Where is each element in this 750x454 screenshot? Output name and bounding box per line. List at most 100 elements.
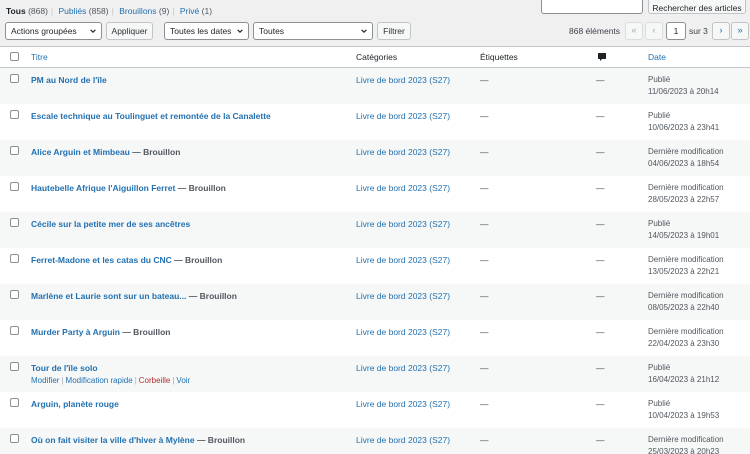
- row-checkbox[interactable]: [10, 362, 19, 371]
- table-header: Titre Catégories Étiquettes Date: [0, 47, 750, 68]
- post-title-link[interactable]: Arguin, planète rouge: [31, 399, 119, 409]
- title-cell: Ferret-Madone et les catas du CNC — Brou…: [31, 254, 222, 266]
- date-cell: Dernière modification 08/05/2023 à 22h40: [648, 290, 724, 314]
- post-title-link[interactable]: PM au Nord de l'île: [31, 75, 107, 85]
- table-row: Marlène et Laurie sont sur un bateau... …: [0, 284, 750, 320]
- row-checkbox[interactable]: [10, 326, 19, 335]
- post-state: — Brouillon: [171, 255, 223, 265]
- current-page-input[interactable]: 1: [666, 22, 686, 40]
- category-link[interactable]: Livre de bord 2023 (S27): [356, 363, 450, 373]
- row-checkbox[interactable]: [10, 398, 19, 407]
- post-title-link[interactable]: Où on fait visiter la ville d'hiver à My…: [31, 435, 195, 445]
- trash-link[interactable]: Corbeille: [139, 376, 171, 385]
- category-cell: Livre de bord 2023 (S27): [356, 434, 450, 446]
- category-link[interactable]: Livre de bord 2023 (S27): [356, 435, 450, 445]
- date-filter-select[interactable]: Toutes les dates: [164, 22, 249, 40]
- filter-label: Publiés: [58, 6, 87, 16]
- next-page-button[interactable]: ›: [712, 22, 730, 40]
- row-checkbox[interactable]: [10, 290, 19, 299]
- post-status: Dernière modification: [648, 291, 724, 300]
- view-link[interactable]: Voir: [176, 376, 190, 385]
- date-cell: Dernière modification 25/03/2023 à 20h23: [648, 434, 724, 454]
- filter-count: (1): [201, 6, 213, 16]
- tags-cell: —: [480, 111, 489, 121]
- post-title-link[interactable]: Murder Party à Arguin: [31, 327, 120, 337]
- quick-edit-link[interactable]: Modification rapide: [66, 376, 133, 385]
- category-link[interactable]: Livre de bord 2023 (S27): [356, 111, 450, 121]
- category-link[interactable]: Livre de bord 2023 (S27): [356, 183, 450, 193]
- row-checkbox[interactable]: [10, 146, 19, 155]
- post-status: Dernière modification: [648, 147, 724, 156]
- post-title-link[interactable]: Ferret-Madone et les catas du CNC: [31, 255, 172, 265]
- post-date: 11/06/2023 à 20h14: [648, 87, 719, 96]
- post-title-link[interactable]: Alice Arguin et Mimbeau: [31, 147, 130, 157]
- category-link[interactable]: Livre de bord 2023 (S27): [356, 399, 450, 409]
- search-input[interactable]: [541, 0, 643, 14]
- filter-count: (9): [158, 6, 170, 16]
- tags-cell: —: [480, 183, 489, 193]
- filter-count: (858): [88, 6, 109, 16]
- title-cell: PM au Nord de l'île: [31, 74, 107, 86]
- post-title-link[interactable]: Escale technique au Toulinguet et remont…: [31, 111, 271, 121]
- title-cell: Cécile sur la petite mer de ses ancêtres: [31, 218, 190, 230]
- row-checkbox[interactable]: [10, 110, 19, 119]
- category-link[interactable]: Livre de bord 2023 (S27): [356, 75, 450, 85]
- category-cell: Livre de bord 2023 (S27): [356, 146, 450, 158]
- post-status: Dernière modification: [648, 183, 724, 192]
- post-title-link[interactable]: Cécile sur la petite mer de ses ancêtres: [31, 219, 190, 229]
- filter-button[interactable]: Filtrer: [377, 22, 411, 40]
- date-cell: Publié 10/04/2023 à 19h53: [648, 398, 719, 422]
- row-checkbox[interactable]: [10, 434, 19, 443]
- column-tags: Étiquettes: [480, 52, 518, 62]
- date-cell: Dernière modification 22/04/2023 à 23h30: [648, 326, 724, 350]
- post-title-link[interactable]: Tour de l'île solo: [31, 363, 98, 373]
- select-value: Toutes: [259, 26, 285, 36]
- category-link[interactable]: Livre de bord 2023 (S27): [356, 291, 450, 301]
- filter-label: Tous: [6, 6, 26, 16]
- column-title[interactable]: Titre: [31, 47, 48, 67]
- tags-cell: —: [480, 363, 489, 373]
- last-page-button[interactable]: »: [731, 22, 749, 40]
- row-checkbox[interactable]: [10, 182, 19, 191]
- apply-button[interactable]: Appliquer: [106, 22, 153, 40]
- category-cell: Livre de bord 2023 (S27): [356, 290, 450, 302]
- date-cell: Dernière modification 13/05/2023 à 22h21: [648, 254, 724, 278]
- row-checkbox[interactable]: [10, 74, 19, 83]
- filter-drafts[interactable]: Brouillons: [119, 6, 156, 16]
- edit-link[interactable]: Modifier: [31, 376, 59, 385]
- table-row: Hautebelle Afrique l'Aiguillon Ferret — …: [0, 176, 750, 212]
- separator: |: [111, 6, 114, 16]
- table-row: Cécile sur la petite mer de ses ancêtres…: [0, 212, 750, 248]
- title-cell: Où on fait visiter la ville d'hiver à My…: [31, 434, 245, 446]
- post-date: 08/05/2023 à 22h40: [648, 303, 720, 312]
- filter-count: (868): [28, 6, 48, 16]
- comments-cell: —: [596, 363, 605, 373]
- category-filter-select[interactable]: Toutes: [253, 22, 373, 40]
- page-total: sur 3: [689, 26, 708, 36]
- category-link[interactable]: Livre de bord 2023 (S27): [356, 255, 450, 265]
- category-link[interactable]: Livre de bord 2023 (S27): [356, 219, 450, 229]
- chevron-down-icon: [90, 29, 96, 33]
- filter-private[interactable]: Privé: [180, 6, 199, 16]
- post-title-link[interactable]: Marlène et Laurie sont sur un bateau...: [31, 291, 186, 301]
- category-link[interactable]: Livre de bord 2023 (S27): [356, 147, 450, 157]
- title-cell: Alice Arguin et Mimbeau — Brouillon: [31, 146, 180, 158]
- search-button[interactable]: Rechercher des articles: [648, 0, 746, 14]
- category-cell: Livre de bord 2023 (S27): [356, 254, 450, 266]
- comments-cell: —: [596, 183, 605, 193]
- post-title-link[interactable]: Hautebelle Afrique l'Aiguillon Ferret: [31, 183, 175, 193]
- row-checkbox[interactable]: [10, 218, 19, 227]
- row-checkbox[interactable]: [10, 254, 19, 263]
- chevron-down-icon: [237, 29, 243, 33]
- column-date[interactable]: Date: [648, 47, 666, 67]
- title-cell: Escale technique au Toulinguet et remont…: [31, 110, 271, 122]
- category-link[interactable]: Livre de bord 2023 (S27): [356, 327, 450, 337]
- filter-all[interactable]: Tous: [6, 6, 26, 16]
- select-all-checkbox[interactable]: [10, 52, 19, 61]
- bulk-actions-select[interactable]: Actions groupées: [5, 22, 102, 40]
- comments-cell: —: [596, 219, 605, 229]
- filter-label: Privé: [179, 6, 200, 16]
- filter-published[interactable]: Publiés: [59, 6, 87, 16]
- tags-cell: —: [480, 327, 489, 337]
- tags-cell: —: [480, 147, 489, 157]
